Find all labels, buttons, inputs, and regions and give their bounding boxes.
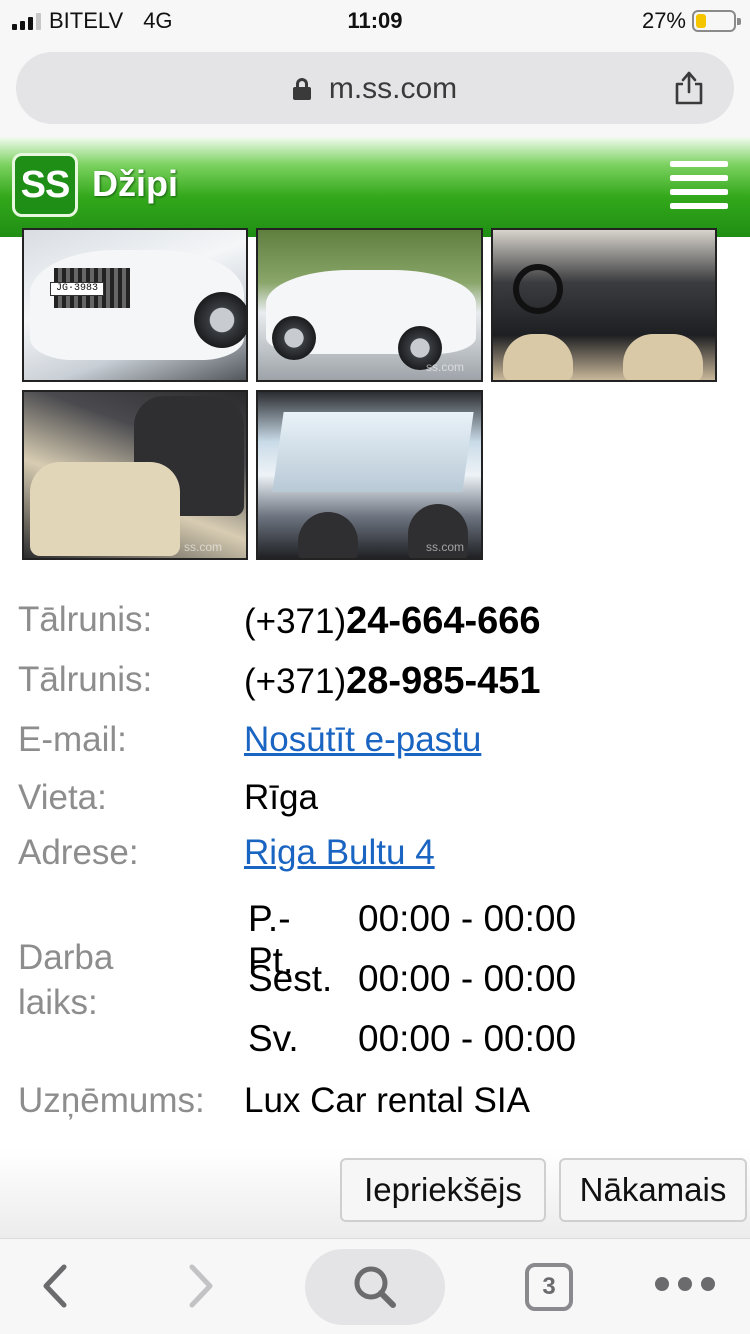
phone-label: Tālrunis:	[18, 660, 153, 699]
previous-button[interactable]: Iepriekšējs	[340, 1158, 546, 1222]
tabs-icon[interactable]: 3	[525, 1263, 573, 1311]
more-dots-icon[interactable]	[655, 1277, 715, 1293]
back-chevron-icon[interactable]	[36, 1261, 76, 1311]
search-button[interactable]	[305, 1249, 445, 1325]
address-label: Adrese:	[18, 833, 139, 872]
lock-icon	[292, 78, 311, 100]
send-email-link[interactable]: Nosūtīt e-pastu	[244, 720, 481, 760]
category-title: Džipi	[92, 163, 178, 204]
search-icon	[354, 1266, 396, 1308]
battery-percent: 27%	[641, 8, 686, 33]
hours-time: 00:00 - 00:00	[358, 958, 577, 999]
photo-thumbnail[interactable]: ss.com	[256, 390, 483, 560]
address-link[interactable]: Riga Bultu 4	[244, 833, 435, 873]
battery-icon	[692, 10, 741, 32]
forward-chevron-icon[interactable]	[180, 1261, 220, 1311]
phone-value[interactable]: (+371)24-664-666	[244, 600, 541, 643]
share-icon[interactable]	[672, 68, 706, 106]
hamburger-menu-icon[interactable]	[670, 161, 728, 209]
pager: Iepriekšējs Nākamais	[0, 1148, 750, 1238]
photo-thumbnail[interactable]	[491, 228, 717, 382]
email-label: E-mail:	[18, 720, 127, 759]
phone-value[interactable]: (+371)28-985-451	[244, 660, 541, 703]
photo-thumbnail[interactable]: ss.com	[256, 228, 483, 382]
address-bar[interactable]: m.ss.com	[16, 52, 734, 124]
hours-time: 00:00 - 00:00	[358, 898, 577, 939]
place-value: Rīga	[244, 778, 318, 817]
phone-label: Tālrunis:	[18, 600, 153, 639]
company-label: Uzņēmums:	[18, 1081, 205, 1120]
status-bar: BITELV 4G 11:09 27%	[0, 0, 750, 42]
hours-day: Sest.	[248, 958, 333, 999]
hours-time: 00:00 - 00:00	[358, 1018, 577, 1059]
status-right: 27%	[641, 8, 741, 34]
url-text[interactable]: m.ss.com	[329, 72, 457, 106]
photo-thumbnail[interactable]: ss.com	[22, 390, 248, 560]
photo-thumbnail[interactable]: JG·3983	[22, 228, 248, 382]
status-time: 11:09	[347, 8, 403, 33]
hours-day: Sv.	[248, 1018, 299, 1059]
battery-level-fill	[696, 14, 706, 28]
site-header: SS Džipi	[0, 137, 750, 237]
company-value: Lux Car rental SIA	[244, 1081, 530, 1120]
ss-logo[interactable]: SS	[12, 153, 78, 217]
place-label: Vieta:	[18, 778, 107, 817]
next-button[interactable]: Nākamais	[559, 1158, 747, 1222]
browser-address-area: m.ss.com	[0, 42, 750, 137]
browser-toolbar: 3	[0, 1238, 750, 1334]
